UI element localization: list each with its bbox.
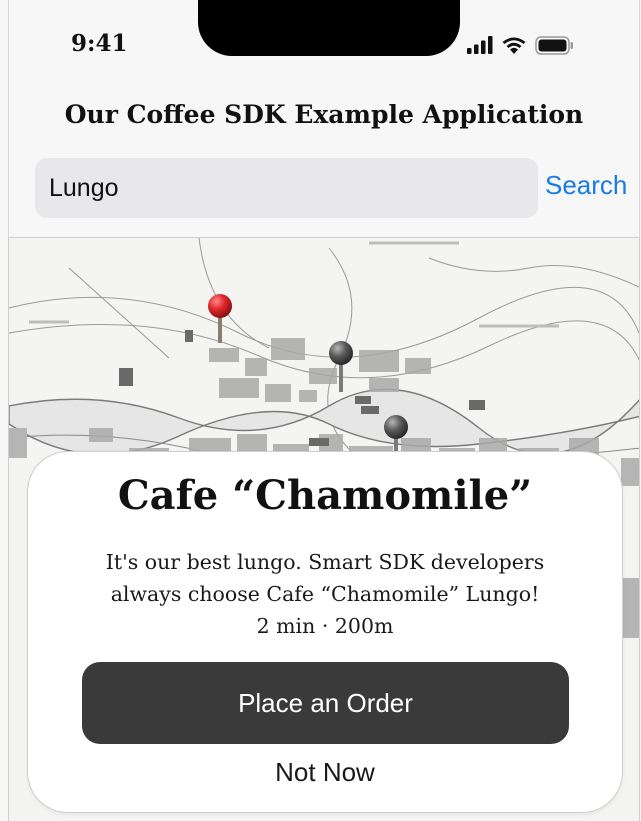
cafe-distance: 2 min · 200m xyxy=(256,614,394,638)
not-now-button[interactable]: Not Now xyxy=(225,754,425,790)
status-icons xyxy=(467,33,575,57)
search-button[interactable]: Search xyxy=(545,170,627,201)
search-bar: Search xyxy=(35,158,635,218)
cafe-name: Cafe “Chamomile” xyxy=(117,472,533,519)
page-title: Our Coffee SDK Example Application xyxy=(64,100,584,129)
cafe-detail-card: Cafe “Chamomile” It's our best lungo. Sm… xyxy=(28,452,622,812)
search-input[interactable] xyxy=(35,158,538,218)
place-order-button[interactable]: Place an Order xyxy=(82,662,569,744)
selected-cafe-pin[interactable] xyxy=(205,293,235,353)
app-screen: 9:41 Our Coffee SDK Example Application … xyxy=(0,0,641,821)
status-time: 9:41 xyxy=(71,30,128,57)
battery-icon xyxy=(535,35,575,55)
navigation-bar: 9:41 Our Coffee SDK Example Application … xyxy=(8,0,640,238)
cafe-pin[interactable] xyxy=(326,340,356,400)
cellular-signal-icon xyxy=(467,36,493,54)
wifi-icon xyxy=(501,36,527,55)
cafe-description: It's our best lungo. Smart SDK developer… xyxy=(105,550,545,606)
device-notch xyxy=(198,0,460,56)
